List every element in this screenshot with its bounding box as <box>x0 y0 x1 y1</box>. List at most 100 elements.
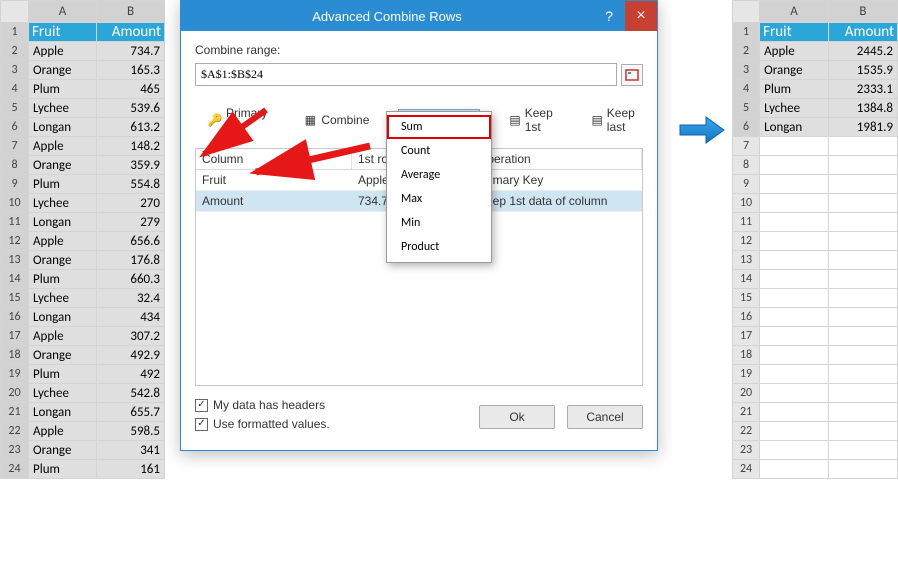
select-all-corner[interactable] <box>1 1 29 23</box>
cell[interactable]: Apple <box>29 327 97 346</box>
row-header[interactable]: 24 <box>733 460 760 479</box>
row-header[interactable]: 12 <box>733 232 760 251</box>
dropdown-item-min[interactable]: Min <box>387 211 491 235</box>
col-header-a[interactable]: A <box>760 1 829 23</box>
cell[interactable]: Apple <box>29 232 97 251</box>
row-header[interactable]: 10 <box>1 194 29 213</box>
formatted-checkbox[interactable]: ✓ <box>195 418 208 431</box>
right-spreadsheet[interactable]: A B 1FruitAmount2Apple2445.23Orange1535.… <box>732 0 898 479</box>
row-header[interactable]: 19 <box>1 365 29 384</box>
cell[interactable]: 341 <box>97 441 165 460</box>
cell[interactable] <box>828 251 897 270</box>
cell[interactable]: 270 <box>97 194 165 213</box>
cell[interactable]: Apple <box>29 422 97 441</box>
cell[interactable] <box>828 422 897 441</box>
row-header[interactable]: 6 <box>1 118 29 137</box>
cell[interactable]: 2333.1 <box>828 80 897 99</box>
dropdown-item-product[interactable]: Product <box>387 235 491 259</box>
cell[interactable] <box>760 270 829 289</box>
cell[interactable] <box>760 384 829 403</box>
headers-checkbox[interactable]: ✓ <box>195 399 208 412</box>
list-header-column[interactable]: Column <box>196 149 352 169</box>
col-header-b[interactable]: B <box>828 1 897 23</box>
cell[interactable] <box>760 213 829 232</box>
row-header[interactable]: 5 <box>1 99 29 118</box>
cell[interactable]: 539.6 <box>97 99 165 118</box>
row-header[interactable]: 17 <box>733 327 760 346</box>
cell[interactable]: Lychee <box>29 289 97 308</box>
cell[interactable] <box>828 289 897 308</box>
cell[interactable]: Apple <box>29 137 97 156</box>
cell[interactable]: 598.5 <box>97 422 165 441</box>
cell[interactable] <box>828 384 897 403</box>
cell[interactable]: 359.9 <box>97 156 165 175</box>
cell[interactable] <box>760 232 829 251</box>
cell[interactable] <box>828 137 897 156</box>
cell[interactable]: Orange <box>29 251 97 270</box>
cell[interactable]: Plum <box>29 80 97 99</box>
cell[interactable] <box>760 175 829 194</box>
row-header[interactable]: 4 <box>733 80 760 99</box>
row-header[interactable]: 1 <box>1 23 29 42</box>
row-header[interactable]: 22 <box>1 422 29 441</box>
cell[interactable] <box>828 308 897 327</box>
cell[interactable]: 1981.9 <box>828 118 897 137</box>
cell[interactable]: Plum <box>760 80 829 99</box>
cell[interactable]: Orange <box>29 61 97 80</box>
row-header[interactable]: 17 <box>1 327 29 346</box>
cell[interactable]: Longan <box>29 403 97 422</box>
cell[interactable]: Longan <box>29 118 97 137</box>
row-header[interactable]: 7 <box>733 137 760 156</box>
row-header[interactable]: 1 <box>733 23 760 42</box>
cell[interactable]: 655.7 <box>97 403 165 422</box>
row-header[interactable]: 2 <box>733 42 760 61</box>
cell[interactable]: Apple <box>29 42 97 61</box>
select-all-corner[interactable] <box>733 1 760 23</box>
dropdown-item-average[interactable]: Average <box>387 163 491 187</box>
range-picker-button[interactable] <box>621 64 643 86</box>
cell[interactable]: 492 <box>97 365 165 384</box>
cell[interactable]: 307.2 <box>97 327 165 346</box>
cell[interactable]: Lychee <box>29 384 97 403</box>
row-header[interactable]: 8 <box>733 156 760 175</box>
row-header[interactable]: 18 <box>733 346 760 365</box>
row-header[interactable]: 14 <box>733 270 760 289</box>
cell[interactable] <box>760 441 829 460</box>
cell[interactable] <box>828 270 897 289</box>
row-header[interactable]: 15 <box>1 289 29 308</box>
cell[interactable]: Lychee <box>29 99 97 118</box>
ok-button[interactable]: Ok <box>479 405 555 429</box>
row-header[interactable]: 19 <box>733 365 760 384</box>
dropdown-item-sum[interactable]: Sum <box>387 115 491 139</box>
cell[interactable]: 161 <box>97 460 165 479</box>
cell[interactable] <box>828 460 897 479</box>
row-header[interactable]: 23 <box>1 441 29 460</box>
combine-button[interactable]: ▦Combine <box>296 109 376 131</box>
row-header[interactable]: 10 <box>733 194 760 213</box>
cell[interactable] <box>760 327 829 346</box>
row-header[interactable]: 5 <box>733 99 760 118</box>
cell[interactable] <box>760 137 829 156</box>
col-header-b[interactable]: B <box>97 1 165 23</box>
row-header[interactable]: 8 <box>1 156 29 175</box>
cell[interactable]: Fruit <box>29 23 97 42</box>
cell[interactable]: 465 <box>97 80 165 99</box>
cell[interactable]: 279 <box>97 213 165 232</box>
cell[interactable] <box>760 156 829 175</box>
cancel-button[interactable]: Cancel <box>567 405 643 429</box>
cell[interactable]: 542.8 <box>97 384 165 403</box>
cell[interactable] <box>760 460 829 479</box>
cell[interactable]: Amount <box>97 23 165 42</box>
cell[interactable]: Plum <box>29 175 97 194</box>
col-header-a[interactable]: A <box>29 1 97 23</box>
row-header[interactable]: 22 <box>733 422 760 441</box>
row-header[interactable]: 14 <box>1 270 29 289</box>
cell[interactable]: Longan <box>29 213 97 232</box>
row-header[interactable]: 23 <box>733 441 760 460</box>
cell[interactable]: Orange <box>29 156 97 175</box>
row-header[interactable]: 11 <box>1 213 29 232</box>
cell[interactable]: 165.3 <box>97 61 165 80</box>
cell[interactable]: 492.9 <box>97 346 165 365</box>
list-header-operation[interactable]: Operation <box>472 149 642 169</box>
cell[interactable] <box>828 194 897 213</box>
